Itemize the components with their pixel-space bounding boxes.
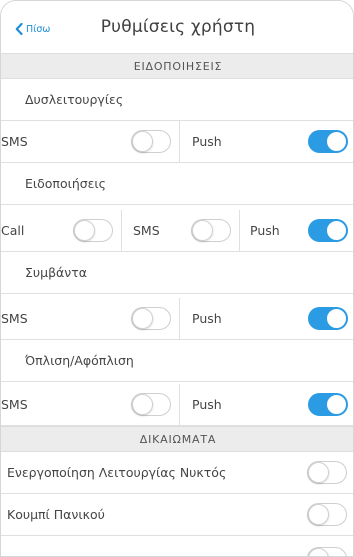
partial-row (1, 536, 353, 556)
panic-button-label: Κουμπί Πανικού (7, 507, 105, 522)
toggle-knob (308, 504, 329, 525)
events-push-label: Push (192, 311, 222, 326)
toggle-knob (132, 308, 153, 329)
malfunctions-push-label: Push (192, 134, 222, 149)
malfunctions-sms-label: SMS (1, 134, 28, 149)
group-label-malfunctions: Δυσλειτουργίες (1, 79, 353, 121)
group-label-events: Συμβάντα (1, 252, 353, 294)
nav-bar: Πίσω Ρυθμίσεις χρήστη (1, 1, 353, 53)
toggle-knob (192, 220, 213, 241)
notifications-sms-cell: SMS (121, 210, 239, 251)
arming-sms-cell: SMS (1, 384, 179, 425)
page-title: Ρυθμίσεις χρήστη (100, 17, 256, 37)
notifications-call-cell: Call (1, 210, 121, 251)
section-header-permissions: ΔΙΚΑΙΩΜΑΤΑ (1, 426, 353, 452)
night-mode-toggle[interactable] (307, 461, 347, 484)
toggle-knob (326, 131, 347, 152)
arming-push-label: Push (192, 397, 222, 412)
arming-sms-label: SMS (1, 397, 28, 412)
notifications-call-toggle[interactable] (73, 219, 113, 242)
section-header-notifications: ΕΙΔΟΠΟΙΗΣΕΙΣ (1, 53, 353, 79)
toggle-knob (326, 394, 347, 415)
malfunctions-sms-cell: SMS (1, 121, 179, 162)
events-sms-cell: SMS (1, 298, 179, 339)
toggle-knob (74, 220, 95, 241)
toggle-knob (308, 548, 329, 556)
group-label-notifications: Ειδοποιήσεις (1, 163, 353, 205)
notifications-push-toggle[interactable] (308, 219, 348, 242)
events-options-row: SMS Push (1, 298, 353, 340)
events-push-cell: Push (179, 298, 353, 339)
events-sms-label: SMS (1, 311, 28, 326)
notifications-sms-label: SMS (133, 223, 160, 238)
arming-options-row: SMS Push (1, 384, 353, 426)
night-mode-label: Ενεργοποίηση Λειτουργίας Νυκτός (7, 465, 227, 480)
events-sms-toggle[interactable] (131, 307, 171, 330)
group-label-arming: Όπλιση/Αφόπλιση (1, 340, 353, 382)
panic-button-row: Κουμπί Πανικού (1, 494, 353, 536)
night-mode-row: Ενεργοποίηση Λειτουργίας Νυκτός (1, 452, 353, 494)
partial-row-toggle[interactable] (307, 547, 347, 556)
toggle-knob (326, 220, 347, 241)
notifications-push-cell: Push (239, 210, 353, 251)
arming-sms-toggle[interactable] (131, 393, 171, 416)
toggle-knob (132, 131, 153, 152)
panic-button-toggle[interactable] (307, 503, 347, 526)
notifications-call-label: Call (1, 223, 25, 238)
settings-screen: Πίσω Ρυθμίσεις χρήστη ΕΙΔΟΠΟΙΗΣΕΙΣ Δυσλε… (0, 0, 354, 557)
malfunctions-push-toggle[interactable] (308, 130, 348, 153)
malfunctions-push-cell: Push (179, 121, 353, 162)
toggle-knob (308, 462, 329, 483)
notifications-options-row: Call SMS Push (1, 210, 353, 252)
events-push-toggle[interactable] (308, 307, 348, 330)
notifications-push-label: Push (250, 223, 280, 238)
toggle-knob (326, 308, 347, 329)
toggle-knob (132, 394, 153, 415)
arming-push-cell: Push (179, 384, 353, 425)
arming-push-toggle[interactable] (308, 393, 348, 416)
malfunctions-options-row: SMS Push (1, 121, 353, 163)
notifications-sms-toggle[interactable] (191, 219, 231, 242)
malfunctions-sms-toggle[interactable] (131, 130, 171, 153)
